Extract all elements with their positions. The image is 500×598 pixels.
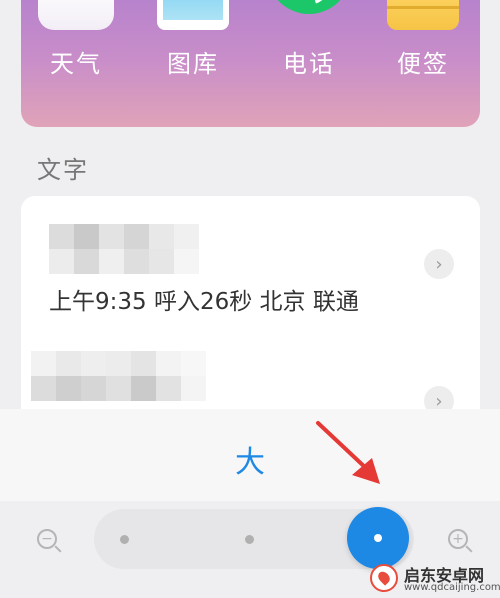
- app-label-gallery: 图库: [167, 50, 219, 78]
- chevron-right-icon[interactable]: ›: [424, 249, 454, 279]
- watermark-url: www.qdcaijing.com: [404, 582, 500, 593]
- font-size-label: 大: [235, 445, 265, 480]
- app-label-weather: 天气: [50, 50, 102, 78]
- section-title: 文字: [37, 156, 89, 184]
- slider-stop-small[interactable]: [120, 535, 129, 544]
- annotation-arrow-icon: [316, 421, 380, 484]
- phone-icon: [267, 0, 351, 14]
- weather-icon: [38, 0, 114, 30]
- watermark: 启东安卓网 www.qdcaijing.com: [370, 558, 500, 598]
- blurred-contact-name: [31, 351, 206, 401]
- slider-stop-medium[interactable]: [245, 535, 254, 544]
- blurred-contact-name: [49, 224, 199, 274]
- app-notes[interactable]: 便签: [383, 0, 463, 127]
- call-record-card: 上午9:35 呼入26秒 北京 联通 › ›: [21, 196, 480, 436]
- app-phone[interactable]: 电话: [267, 0, 351, 127]
- zoom-out-icon[interactable]: −: [37, 529, 57, 549]
- app-label-notes: 便签: [397, 50, 449, 78]
- font-size-slider[interactable]: [94, 507, 414, 569]
- app-label-phone: 电话: [283, 50, 335, 78]
- notes-icon: [387, 0, 459, 30]
- font-size-sheet: 大: [0, 409, 500, 501]
- zoom-in-icon[interactable]: +: [448, 529, 468, 549]
- app-weather[interactable]: 天气: [36, 0, 116, 127]
- watermark-logo-icon: [370, 564, 398, 592]
- app-grid-panel: 天气 图库 电话 便签: [21, 0, 480, 127]
- gallery-icon: [157, 0, 229, 30]
- app-gallery[interactable]: 图库: [153, 0, 233, 127]
- call-record-detail: 上午9:35 呼入26秒 北京 联通: [49, 289, 359, 315]
